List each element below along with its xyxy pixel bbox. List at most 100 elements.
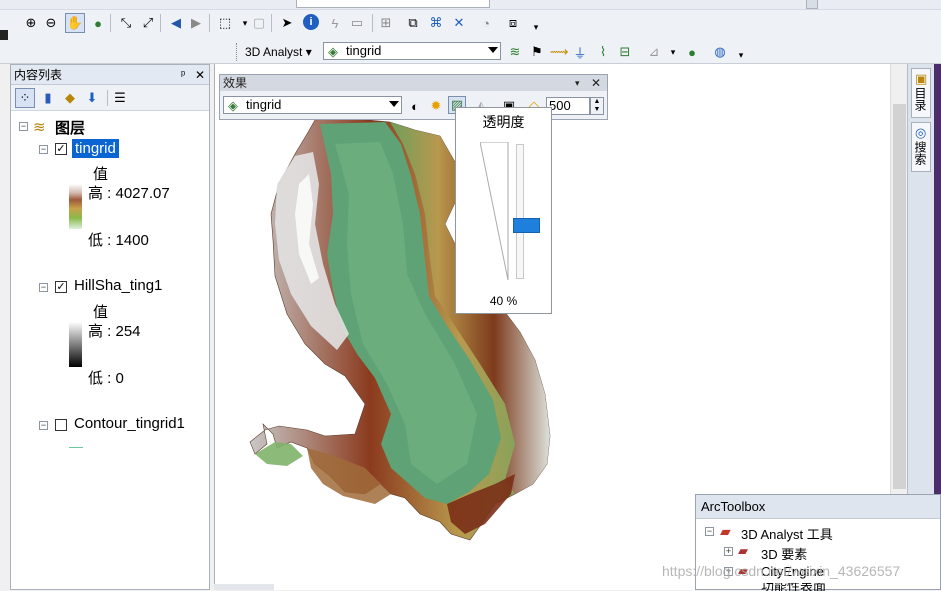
toolbox-3d-analyst[interactable]: 3D Analyst 工具	[741, 524, 833, 543]
pan-hand-icon[interactable]: ✋	[65, 13, 85, 33]
chevron-down-icon[interactable]: ▾	[575, 75, 580, 91]
hyperlink-lightning-icon[interactable]: ϟ	[326, 14, 344, 32]
transparency-slider-track[interactable]	[516, 144, 524, 279]
clear-selection-icon[interactable]: ▢	[250, 14, 268, 32]
layer-name-hillshade[interactable]: HillSha_ting1	[74, 277, 162, 294]
back-arrow-icon[interactable]: ◀	[167, 14, 185, 32]
flicker-rate-spinner[interactable]: ▲ ▼	[590, 97, 604, 115]
fixed-zoom-in-icon[interactable]: ⤡	[117, 14, 135, 32]
layer-visibility-checkbox[interactable]	[55, 419, 67, 431]
time-slider-icon[interactable]: ◔	[477, 14, 495, 32]
flicker-rate-input[interactable]: 500	[546, 97, 590, 115]
brightness-sun-icon[interactable]: ✹	[427, 97, 445, 115]
toc-header: 内容列表 ᵖ ✕	[11, 65, 209, 85]
contour-tool-icon[interactable]: ≋	[506, 43, 524, 61]
layer-visibility-checkbox[interactable]: ✓	[55, 281, 67, 293]
legend-low-label: 低 : 1400	[88, 232, 149, 249]
expand-toggle[interactable]: −	[39, 283, 48, 292]
3d-analyst-label: 3D Analyst	[245, 45, 303, 59]
toolbar-grip[interactable]	[236, 43, 238, 61]
scale-box-cut[interactable]	[296, 0, 490, 8]
arctoolbox-panel: ArcToolbox − ▰ 3D Analyst 工具 + ▰ 3D 要素 +…	[662, 494, 941, 591]
toolset-icon: ▰	[738, 543, 748, 558]
chevron-down-icon[interactable]: ▾	[664, 43, 682, 61]
zoom-in-icon[interactable]: ⊕	[22, 14, 40, 32]
arcglobe-icon[interactable]: ◍	[711, 43, 729, 61]
create-viewer-window-icon[interactable]: ⧈	[504, 14, 522, 32]
search-tab-label: 搜索	[913, 141, 927, 165]
measure-icon[interactable]: ⊞	[377, 14, 395, 32]
expand-toggle[interactable]: −	[39, 421, 48, 430]
forward-arrow-icon[interactable]: ▶	[187, 14, 205, 32]
select-elements-arrow-icon[interactable]: ➤	[278, 14, 296, 32]
list-by-source-icon[interactable]: ▮	[39, 89, 57, 107]
profile-graph-icon[interactable]: ⊿	[645, 43, 663, 61]
transparency-slider-thumb[interactable]	[513, 218, 540, 233]
select-features-icon[interactable]: ⬚	[216, 14, 234, 32]
interpolate-point-icon[interactable]: ⏚	[571, 43, 589, 61]
legend-high-label: 高 : 254	[88, 323, 141, 340]
contrast-icon[interactable]: ◐	[406, 97, 424, 115]
layers-root-label[interactable]: 图层	[55, 117, 85, 138]
effects-layer-value: tingrid	[246, 97, 282, 112]
expand-toggle[interactable]: −	[19, 122, 28, 131]
search-icon: ◎	[915, 125, 927, 140]
map-bottom-bar	[214, 584, 274, 590]
catalog-tab-label: 目录	[913, 87, 927, 111]
main-toolbar: ⊕ ⊖ ✋ ● ⤡ ⤢ ◀ ▶ ⬚ ▾ ▢ ➤ i ϟ ▭ ⊞ ⧉ ⌘ ✕ ◔ …	[0, 0, 941, 40]
html-popup-icon[interactable]: ▭	[348, 14, 366, 32]
list-by-visibility-icon[interactable]: ◆	[61, 89, 79, 107]
chevron-down-icon	[488, 47, 498, 53]
scrollbar-thumb[interactable]	[893, 104, 906, 489]
identify-info-icon[interactable]: i	[303, 14, 319, 30]
transparency-title: 透明度	[482, 114, 525, 130]
list-by-selection-icon[interactable]: ⬇	[83, 89, 101, 107]
arcscene-globe-icon[interactable]: ●	[683, 43, 701, 61]
close-icon[interactable]: ✕	[591, 75, 601, 91]
toc-options-icon[interactable]: ☰	[111, 89, 129, 107]
find-binoculars-icon[interactable]: ⧉	[404, 14, 422, 32]
toolset-3d-features[interactable]: 3D 要素	[761, 544, 807, 563]
raster-layer-icon: ◈	[228, 98, 238, 113]
3d-analyst-toolbar: 3D Analyst ▾ ◈ tingrid ≋ ⚑ ⟿ ⏚ ⌇ ⊟ ⊿ ▾ ●…	[0, 40, 941, 64]
layer-name-contour[interactable]: Contour_tingrid1	[74, 415, 185, 432]
find-route-icon[interactable]: ⌘	[427, 14, 445, 32]
pin-icon[interactable]: ᵖ	[181, 65, 185, 85]
layer-visibility-checkbox[interactable]: ✓	[55, 143, 67, 155]
layer-dropdown[interactable]: ◈ tingrid	[323, 42, 501, 60]
toolbox-icon: ▰	[720, 523, 731, 539]
close-icon[interactable]: ✕	[195, 65, 205, 85]
line-of-sight-icon[interactable]: ⟿	[550, 43, 569, 61]
search-tab[interactable]: ◎ 搜索	[911, 122, 931, 172]
legend-low-label: 低 : 0	[88, 370, 124, 387]
catalog-icon: ▣	[915, 71, 928, 86]
effects-layer-dropdown[interactable]: ◈ tingrid	[223, 96, 402, 114]
interpolate-polygon-icon[interactable]: ⊟	[616, 43, 634, 61]
zoom-out-icon[interactable]: ⊖	[42, 14, 60, 32]
interpolate-line-icon[interactable]: ⌇	[594, 43, 612, 61]
transparency-wedge	[480, 142, 509, 281]
raster-layer-icon: ◈	[328, 44, 338, 59]
layer-dropdown-value: tingrid	[346, 43, 382, 58]
fixed-zoom-out-icon[interactable]: ⤢	[139, 14, 157, 32]
3d-analyst-menu[interactable]: 3D Analyst ▾	[245, 43, 312, 61]
layer-name-tingrid[interactable]: tingrid	[72, 139, 119, 158]
layers-icon: ≋	[33, 119, 46, 136]
toolbar-options-icon[interactable]: ▾	[527, 18, 545, 36]
effects-title: 效果	[223, 76, 248, 90]
expand-toggle[interactable]: −	[39, 145, 48, 154]
expand-toggle[interactable]: −	[705, 527, 714, 536]
catalog-tab[interactable]: ▣ 目录	[911, 68, 931, 118]
expand-toggle[interactable]: +	[724, 547, 733, 556]
arctoolbox-title: ArcToolbox	[696, 495, 940, 519]
go-to-xy-icon[interactable]: ✕	[450, 14, 468, 32]
full-extent-globe-icon[interactable]: ●	[89, 14, 107, 32]
steepest-path-icon[interactable]: ⚑	[528, 43, 546, 61]
map-vertical-scrollbar[interactable]	[890, 64, 907, 494]
scale-dropdown-button[interactable]	[806, 0, 818, 9]
chevron-down-icon	[389, 101, 399, 107]
list-by-drawing-order-icon[interactable]: ⁘	[15, 88, 35, 108]
effects-title-bar[interactable]: 效果 ▾ ✕	[220, 75, 607, 91]
toc-toolbar: ⁘ ▮ ◆ ⬇ ☰	[11, 85, 209, 111]
toolbar-options-icon[interactable]: ▾	[732, 46, 750, 64]
